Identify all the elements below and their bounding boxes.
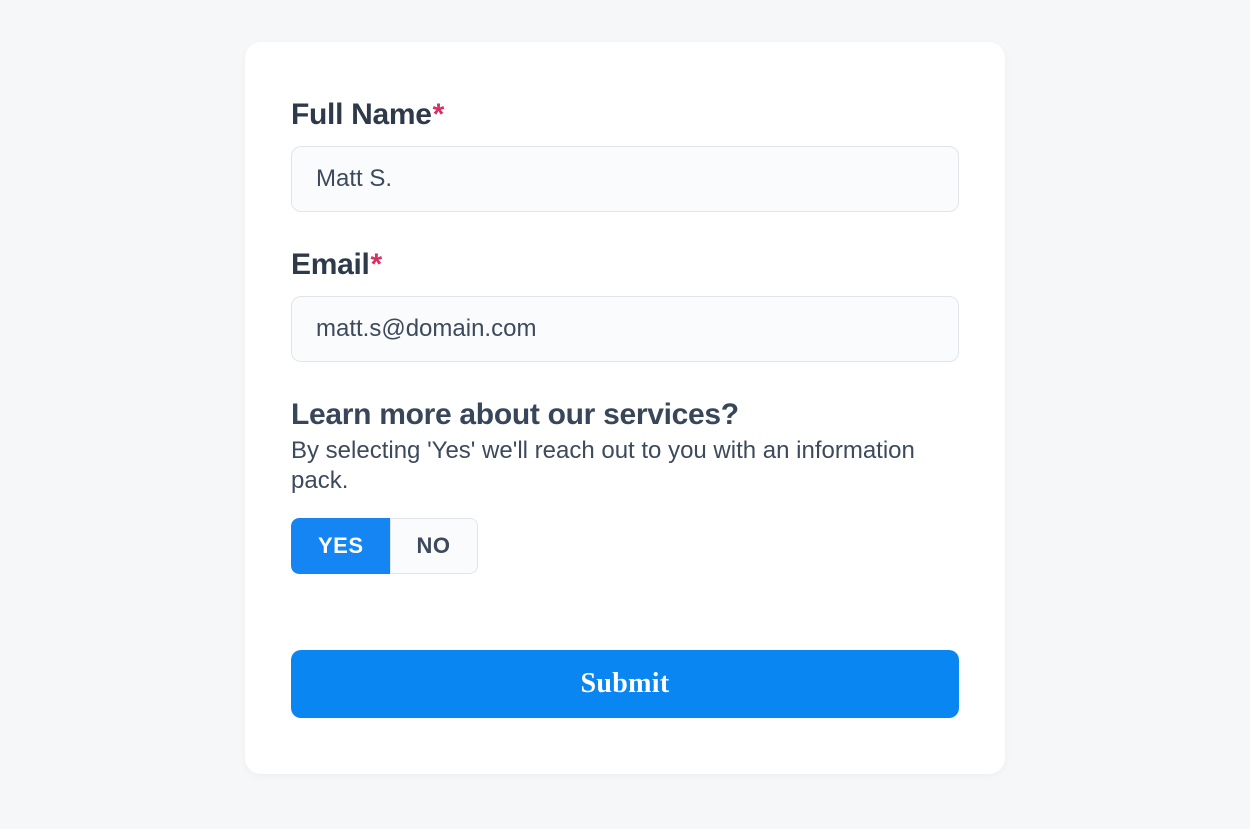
submit-button[interactable]: Submit bbox=[291, 650, 959, 718]
full-name-group: Full Name* bbox=[291, 98, 959, 212]
email-label: Email* bbox=[291, 248, 959, 282]
toggle-no-button[interactable]: NO bbox=[390, 518, 478, 574]
required-asterisk: * bbox=[433, 98, 444, 131]
full-name-label: Full Name* bbox=[291, 98, 959, 132]
learn-more-description: By selecting 'Yes' we'll reach out to yo… bbox=[291, 436, 959, 496]
email-group: Email* bbox=[291, 248, 959, 362]
learn-more-label: Learn more about our services? bbox=[291, 398, 959, 432]
full-name-input[interactable] bbox=[291, 146, 959, 212]
learn-more-group: Learn more about our services? By select… bbox=[291, 398, 959, 574]
form-card: Full Name* Email* Learn more about our s… bbox=[245, 42, 1005, 774]
full-name-label-text: Full Name bbox=[291, 98, 432, 131]
email-input[interactable] bbox=[291, 296, 959, 362]
yes-no-toggle: YES NO bbox=[291, 518, 478, 574]
toggle-yes-button[interactable]: YES bbox=[291, 518, 390, 574]
email-label-text: Email bbox=[291, 248, 370, 281]
required-asterisk: * bbox=[371, 248, 382, 281]
